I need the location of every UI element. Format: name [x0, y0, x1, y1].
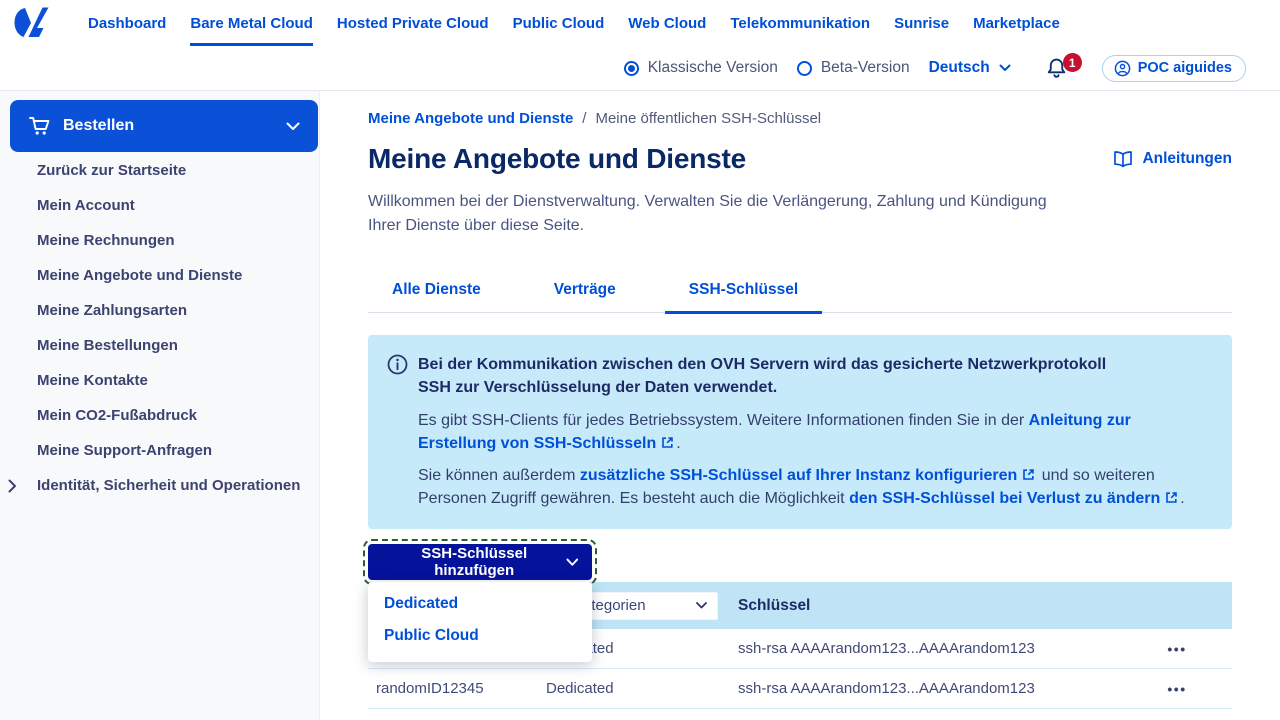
tab-bar: Alle Dienste Verträge SSH-Schlüssel [368, 281, 1232, 314]
radio-selected-icon [623, 60, 639, 76]
nav-item-web-cloud[interactable]: Web Cloud [628, 0, 706, 46]
classic-version-label: Klassische Version [647, 59, 778, 76]
nav-item-telekommunikation[interactable]: Telekommunikation [730, 0, 870, 46]
add-ssh-key-button-label: SSH-Schlüssel hinzufügen [421, 545, 528, 579]
menu-item-dedicated[interactable]: Dedicated [368, 588, 592, 620]
external-link-icon [661, 436, 674, 449]
chevron-down-icon [286, 122, 300, 130]
add-ssh-key-dropdown-menu: Dedicated Public Cloud [368, 582, 592, 662]
info-text: . [1180, 490, 1185, 507]
notifications-button[interactable]: 1 [1045, 53, 1082, 80]
page-description: Willkommen bei der Dienstverwaltung. Ver… [368, 193, 1047, 234]
classic-version-radio[interactable]: Klassische Version [623, 59, 778, 77]
info-paragraph-clients: Es gibt SSH-Clients für jedes Betriebssy… [418, 409, 1210, 455]
language-selector[interactable]: Deutsch [929, 59, 1011, 77]
menu-item-public-cloud[interactable]: Public Cloud [368, 620, 592, 652]
primary-nav: Dashboard Bare Metal Cloud Hosted Privat… [88, 0, 1084, 46]
guides-link[interactable]: Anleitungen [1113, 150, 1232, 168]
sidebar-item-meine-angebote-und-dienste[interactable]: Meine Angebote und Dienste [0, 258, 319, 293]
ssh-key-value: ssh-rsa AAAArandom123...AAAArandom123 [738, 680, 1035, 697]
external-link-icon [1165, 491, 1178, 504]
sidebar-item-identitaet-sicherheit-operationen[interactable]: Identität, Sicherheit und Operationen [0, 468, 319, 503]
top-navigation-bar: Dashboard Bare Metal Cloud Hosted Privat… [0, 0, 1280, 46]
language-value: Deutsch [928, 59, 990, 76]
sidebar-item-mein-co2-fussabdruck[interactable]: Mein CO2-Fußabdruck [0, 398, 319, 433]
row-actions-button[interactable]: ••• [1167, 681, 1186, 697]
user-icon [1114, 60, 1131, 76]
nav-item-hosted-private-cloud[interactable]: Hosted Private Cloud [337, 0, 489, 46]
ssh-key-category: Dedicated [546, 680, 614, 697]
tab-vertraege[interactable]: Verträge [530, 281, 640, 312]
info-text: Sie können außerdem [418, 467, 580, 484]
sidebar-item-mein-account[interactable]: Mein Account [0, 188, 319, 223]
change-ssh-key-link[interactable]: den SSH-Schlüssel bei Verlust zu ändern [849, 490, 1160, 507]
chevron-right-icon [0, 479, 37, 493]
account-button[interactable]: POC aiguides [1101, 54, 1246, 82]
order-button[interactable]: Bestellen [10, 100, 318, 152]
add-ssh-key-button[interactable]: SSH-Schlüssel hinzufügen [363, 539, 597, 585]
sidebar-menu: Zurück zur Startseite Mein Account Meine… [0, 153, 319, 503]
sidebar-item-label: Identität, Sicherheit und Operationen [37, 477, 301, 494]
chevron-down-icon [999, 64, 1011, 71]
table-row: randomID12345 Dedicated ssh-rsa AAAArand… [368, 669, 1232, 709]
guides-link-label: Anleitungen [1142, 150, 1232, 167]
breadcrumb-current: Meine öffentlichen SSH-Schlüssel [595, 110, 822, 127]
secondary-header-bar: Klassische Version Beta-Version Deutsch … [0, 46, 1280, 91]
beta-version-radio[interactable]: Beta-Version [796, 59, 910, 77]
info-icon [387, 354, 408, 510]
ovh-logo[interactable] [12, 6, 56, 40]
sidebar-item-meine-rechnungen[interactable]: Meine Rechnungen [0, 223, 319, 258]
beta-version-label: Beta-Version [820, 59, 910, 76]
account-label: POC aiguides [1137, 60, 1232, 76]
book-icon [1114, 150, 1133, 167]
notification-count-badge: 1 [1062, 53, 1082, 72]
info-text: . [676, 435, 681, 452]
ssh-info-banner: Bei der Kommunikation zwischen den OVH S… [368, 335, 1232, 529]
sidebar-item-zurueck-zur-startseite[interactable]: Zurück zur Startseite [0, 153, 319, 188]
nav-item-marketplace[interactable]: Marketplace [973, 0, 1060, 46]
nav-item-sunrise[interactable]: Sunrise [894, 0, 949, 46]
chevron-down-icon [696, 602, 707, 609]
main-content: Meine Angebote und Dienste / Meine öffen… [320, 91, 1280, 720]
breadcrumb: Meine Angebote und Dienste / Meine öffen… [368, 110, 1232, 127]
cart-icon [29, 117, 50, 135]
nav-item-dashboard[interactable]: Dashboard [88, 0, 166, 46]
ssh-key-name: randomID12345 [376, 680, 484, 697]
sidebar-item-meine-zahlungsarten[interactable]: Meine Zahlungsarten [0, 293, 319, 328]
tab-ssh-schluessel[interactable]: SSH-Schlüssel [664, 281, 823, 314]
external-link-icon [1022, 468, 1035, 481]
order-button-label: Bestellen [63, 117, 135, 134]
chevron-down-icon [566, 558, 579, 566]
ssh-key-value: ssh-rsa AAAArandom123...AAAArandom123 [738, 640, 1035, 657]
key-column-header: Schlüssel [738, 596, 811, 614]
row-actions-button[interactable]: ••• [1167, 641, 1186, 657]
page-title: Meine Angebote und Dienste [368, 143, 747, 174]
nav-item-bare-metal-cloud[interactable]: Bare Metal Cloud [190, 0, 313, 46]
info-paragraph-instance: Sie können außerdem zusätzliche SSH-Schl… [418, 464, 1186, 510]
breadcrumb-separator: / [582, 110, 587, 127]
info-text: Es gibt SSH-Clients für jedes Betriebssy… [418, 412, 1029, 429]
radio-unselected-icon [796, 60, 812, 76]
sidebar-item-meine-kontakte[interactable]: Meine Kontakte [0, 363, 319, 398]
nav-item-public-cloud[interactable]: Public Cloud [513, 0, 605, 46]
info-paragraph-bold: Bei der Kommunikation zwischen den OVH S… [418, 356, 1107, 396]
tab-alle-dienste[interactable]: Alle Dienste [368, 281, 505, 312]
configure-ssh-keys-link[interactable]: zusätzliche SSH-Schlüssel auf Ihrer Inst… [580, 467, 1017, 484]
breadcrumb-parent-link[interactable]: Meine Angebote und Dienste [368, 110, 573, 127]
sidebar-item-meine-support-anfragen[interactable]: Meine Support-Anfragen [0, 433, 319, 468]
sidebar: Bestellen Zurück zur Startseite Mein Acc… [0, 91, 320, 720]
sidebar-item-meine-bestellungen[interactable]: Meine Bestellungen [0, 328, 319, 363]
